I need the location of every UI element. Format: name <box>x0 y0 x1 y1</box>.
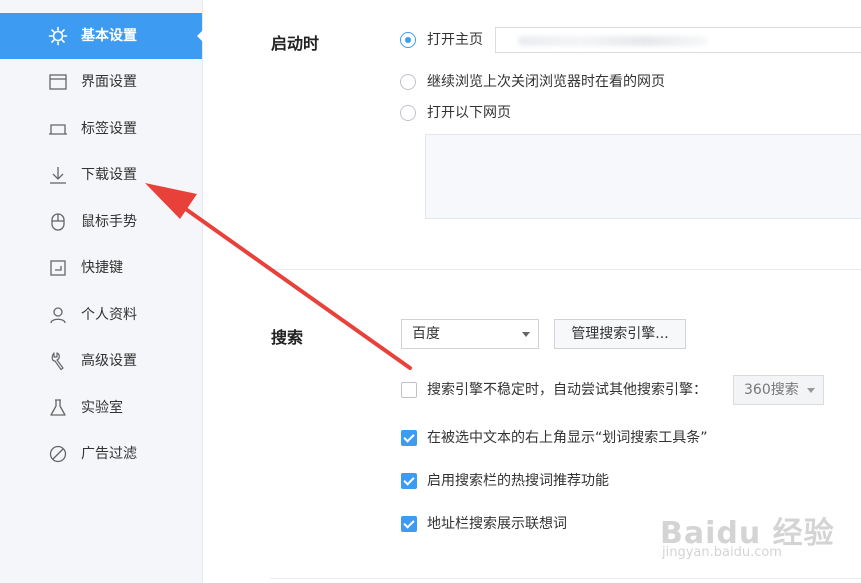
sidebar-item-mouse-gestures[interactable]: 鼠标手势 <box>0 199 202 245</box>
sidebar-item-interface-settings[interactable]: 界面设置 <box>0 59 202 105</box>
startup-option-label: 打开主页 <box>427 32 483 48</box>
sidebar-item-label: 基本设置 <box>81 28 137 44</box>
sidebar-item-basic-settings[interactable]: 基本设置 <box>0 13 203 59</box>
sidebar-item-label: 快捷键 <box>81 260 123 276</box>
user-icon <box>50 307 66 324</box>
search-section-title: 搜索 <box>271 328 304 347</box>
chevron-down-icon <box>807 388 815 393</box>
tab-icon <box>49 124 67 135</box>
hot-search-suggest-checkbox[interactable] <box>401 473 417 489</box>
sidebar-item-label: 鼠标手势 <box>81 214 137 230</box>
startup-option-label: 继续浏览上次关闭浏览器时在看的网页 <box>427 74 665 90</box>
watermark-url: jingyan.baidu.com <box>662 545 782 560</box>
startup-open-homepage-radio[interactable] <box>400 32 416 48</box>
download-icon <box>50 167 66 184</box>
baidu-jingyan-watermark: Baidu 经验 jingyan.baidu.com <box>660 490 860 580</box>
sidebar-item-label: 个人资料 <box>81 307 137 323</box>
startup-pages-list[interactable] <box>425 134 861 219</box>
sidebar-item-label: 实验室 <box>81 400 123 416</box>
homepage-url-input[interactable] <box>495 27 861 53</box>
manage-search-engines-button[interactable]: 管理搜索引擎... <box>554 319 686 349</box>
gear-icon <box>48 26 68 46</box>
sidebar-item-tab-settings[interactable]: 标签设置 <box>0 106 202 152</box>
settings-sidebar: 基本设置 界面设置 标签设置 下载设置 鼠标手势 快捷键 个人资料 高级设置 实… <box>0 0 203 583</box>
redacted-url <box>518 36 708 46</box>
sidebar-item-lab[interactable]: 实验室 <box>0 385 202 431</box>
window-icon <box>49 74 67 90</box>
section-divider <box>270 269 861 270</box>
sidebar-item-label: 下载设置 <box>81 167 137 183</box>
sidebar-item-label: 界面设置 <box>81 74 137 90</box>
chevron-down-icon <box>522 332 530 337</box>
sidebar-item-download-settings[interactable]: 下载设置 <box>0 152 202 198</box>
search-option-label: 地址栏搜索展示联想词 <box>427 516 567 532</box>
startup-open-pages-radio[interactable] <box>400 105 416 121</box>
sidebar-item-advanced-settings[interactable]: 高级设置 <box>0 338 202 384</box>
fallback-engine-checkbox[interactable] <box>401 382 417 398</box>
sidebar-item-label: 广告过滤 <box>81 446 137 462</box>
sidebar-item-personal-profile[interactable]: 个人资料 <box>0 292 202 338</box>
sidebar-item-ad-filter[interactable]: 广告过滤 <box>0 431 202 477</box>
search-engine-select[interactable]: 百度 <box>401 319 539 349</box>
fallback-engine-select[interactable]: 360搜索 <box>733 375 824 405</box>
address-bar-suggest-checkbox[interactable] <box>401 516 417 532</box>
sidebar-item-label: 标签设置 <box>81 121 137 137</box>
startup-option-label: 打开以下网页 <box>427 105 511 121</box>
search-option-label: 启用搜索栏的热搜词推荐功能 <box>427 473 609 489</box>
search-option-label: 搜索引擎不稳定时，自动尝试其他搜索引擎： <box>427 382 707 398</box>
startup-section-title: 启动时 <box>271 34 320 53</box>
shortcut-icon <box>50 260 66 276</box>
block-icon <box>49 445 67 463</box>
flask-icon <box>50 399 66 416</box>
search-engine-value: 百度 <box>412 326 440 342</box>
selection-search-toolbar-checkbox[interactable] <box>401 430 417 446</box>
startup-continue-session-radio[interactable] <box>400 74 416 90</box>
search-option-label: 在被选中文本的右上角显示“划词搜索工具条” <box>427 430 708 446</box>
mouse-icon <box>51 213 65 231</box>
wrench-icon <box>51 352 64 371</box>
sidebar-item-shortcuts[interactable]: 快捷键 <box>0 245 202 291</box>
sidebar-item-label: 高级设置 <box>81 353 137 369</box>
fallback-engine-value: 360搜索 <box>744 382 799 398</box>
